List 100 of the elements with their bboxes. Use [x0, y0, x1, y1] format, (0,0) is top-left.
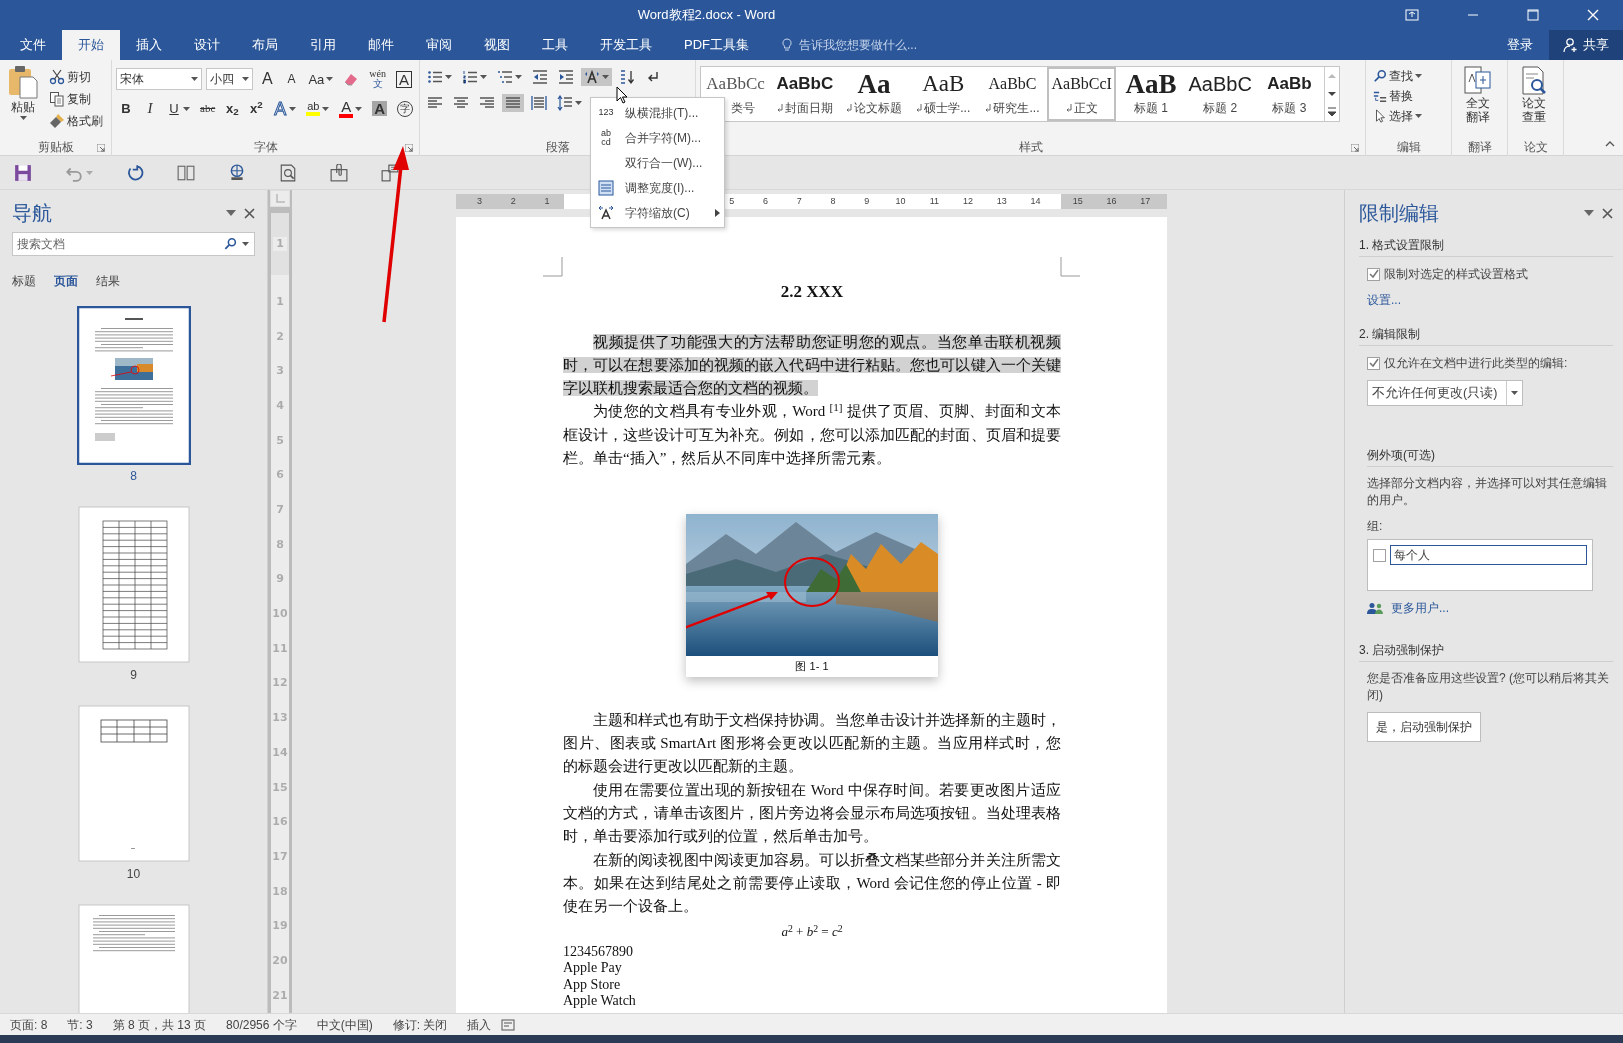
settings-link[interactable]: 设置...	[1367, 291, 1401, 309]
paper-check-button[interactable]: 论文查重	[1512, 64, 1556, 126]
ruler-number: 11	[272, 642, 288, 655]
page-thumbnail[interactable]	[76, 505, 191, 664]
search-field[interactable]: 搜索文档	[12, 232, 255, 256]
attachment-icon[interactable]	[330, 163, 348, 182]
ribbon-display-icon[interactable]	[1405, 9, 1419, 21]
status-item[interactable]: 中文(中国)	[306, 1015, 383, 1034]
style-gallery-item[interactable]: AaBbCcI 正文	[1047, 67, 1117, 121]
page-thumbnail[interactable]	[76, 704, 191, 863]
status-item[interactable]: 第 8 页，共 13 页	[102, 1015, 217, 1034]
document-heading: 2.2 XXX	[779, 281, 845, 303]
sign-in-link[interactable]: 登录	[1507, 30, 1533, 60]
ribbon-tab[interactable]: 引用	[294, 30, 352, 60]
dialog-launcher-icon[interactable]	[405, 144, 413, 152]
status-item[interactable]: 插入	[457, 1015, 502, 1034]
translate-button[interactable]: 全文翻译	[1456, 64, 1500, 126]
documents-icon[interactable]	[381, 163, 399, 182]
status-item[interactable]: 节: 3	[57, 1015, 103, 1034]
dropdown-icon[interactable]	[226, 209, 236, 217]
tell-me-field[interactable]: 告诉我您想要做什么...	[797, 35, 997, 55]
font-size-combo[interactable]: 小四	[205, 68, 254, 90]
clipboard-painter-button[interactable]: 格式刷	[46, 112, 106, 130]
status-item[interactable]: 80/2956 个字	[216, 1015, 307, 1034]
window-title: Word教程2.docx - Word	[637, 6, 776, 25]
dropdown-icon[interactable]	[1584, 209, 1594, 217]
ribbon-tab[interactable]: 工具	[526, 30, 584, 60]
combine-glyph-icon: ab cd	[601, 128, 611, 147]
ribbon-tab[interactable]: 文件	[4, 30, 62, 60]
section-heading: 例外项(可选)	[1367, 446, 1613, 467]
font-highlight-button[interactable]: ab	[303, 100, 333, 117]
body-paragraph: 在新的阅读视图中阅读更加容易。可以折叠文档某些部分并关注所需文本。如果在达到结尾处之前需要停止读取，Word 会记住您的停止位置 - 即使在另一个设备上。	[563, 850, 1061, 917]
redo-icon[interactable]	[126, 163, 144, 182]
maximize-icon[interactable]	[1527, 9, 1539, 21]
status-item[interactable]: 页面: 8	[0, 1015, 58, 1034]
justify-button[interactable]	[502, 94, 524, 112]
checkbox[interactable]	[1373, 548, 1386, 562]
ribbon-tab[interactable]: 邮件	[352, 30, 410, 60]
dialog-launcher-icon[interactable]	[97, 144, 105, 152]
page-thumbnail[interactable]	[76, 306, 191, 465]
font-grow-button[interactable]: A	[257, 70, 278, 88]
font-fontcolor-button[interactable]: A	[336, 98, 366, 119]
text-line: Apple Pay	[563, 960, 623, 977]
select-button[interactable]: 选择	[1370, 108, 1447, 124]
font-shrink-button[interactable]: A	[281, 72, 302, 86]
close-icon[interactable]	[1602, 207, 1613, 219]
ribbon-tab[interactable]: 开发工具	[584, 30, 668, 60]
font-phonetic-button[interactable]: wén 文	[366, 68, 389, 90]
edit-type-dropdown[interactable]: 不允许任何更改(只读)	[1367, 380, 1523, 406]
font-italic-button[interactable]: I	[140, 100, 160, 117]
ribbon-tab[interactable]: 设计	[178, 30, 236, 60]
status-item[interactable]: 修订: 关闭	[382, 1015, 458, 1034]
ribbon-tab[interactable]: 布局	[236, 30, 294, 60]
font-name-combo[interactable]: 宋体	[116, 68, 202, 90]
ribbon-tab[interactable]: 插入	[120, 30, 178, 60]
share-button[interactable]: 共享	[1549, 30, 1623, 60]
nav-tab[interactable]: 页面	[54, 272, 96, 290]
menu-item[interactable]: 调整宽度(I)...	[591, 175, 724, 200]
distributed-button[interactable]	[528, 94, 550, 112]
globe-link-icon[interactable]	[228, 163, 246, 182]
checkbox[interactable]	[1367, 356, 1380, 370]
dialog-launcher-icon[interactable]	[1351, 144, 1359, 152]
font-border-button[interactable]: A	[393, 69, 415, 89]
font-bold-button[interactable]: B	[116, 101, 136, 116]
more-users-link[interactable]: 更多用户...	[1391, 599, 1449, 617]
clipboard-cut-button[interactable]: 剪切	[46, 68, 106, 86]
replace-button[interactable]: 替换	[1370, 88, 1447, 104]
menu-item[interactable]: ab cd 合并字符(M)...	[591, 125, 724, 150]
ribbon-tab[interactable]: 审阅	[410, 30, 468, 60]
clipboard-icon	[8, 65, 38, 99]
font-subscript-button[interactable]: x$_{2}$	[222, 101, 243, 116]
font-strike-button[interactable]: abc	[197, 102, 219, 115]
group-name[interactable]: 每个人	[1390, 545, 1587, 565]
ruler-number: 1	[273, 237, 287, 252]
menu-item[interactable]: 字符缩放(C)	[591, 200, 724, 225]
font-underline-button[interactable]: U	[164, 101, 193, 116]
menu-item[interactable]: 双行合一(W)...	[591, 150, 724, 175]
search-icon[interactable]	[224, 237, 238, 251]
ribbon-tab[interactable]: PDF工具集	[668, 30, 765, 60]
print-preview-icon[interactable]	[279, 163, 297, 182]
collapse-ribbon-icon[interactable]	[1605, 140, 1615, 147]
close-icon[interactable]	[244, 207, 255, 219]
justify-icon	[505, 95, 521, 111]
clipboard-copy-button[interactable]: 复制	[46, 90, 106, 108]
asian-button[interactable]	[581, 68, 612, 86]
save-icon[interactable]	[14, 163, 32, 182]
find-button[interactable]: 查找	[1370, 68, 1447, 84]
ruler-number: 6	[276, 469, 284, 482]
two-pages-icon[interactable]	[177, 163, 195, 182]
ruler-number: 2	[276, 330, 284, 343]
checkbox[interactable]	[1367, 267, 1380, 281]
enforce-protection-button[interactable]: 是，启动强制保护	[1367, 712, 1481, 742]
nav-tab[interactable]: 标题	[12, 272, 54, 290]
equation: a$^{2}$ + b$^{2}$ = c$^{2}$	[780, 922, 844, 942]
ribbon-tab[interactable]: 视图	[468, 30, 526, 60]
font-case-button[interactable]: Aa	[305, 71, 337, 87]
ribbon-tab[interactable]: 开始	[62, 30, 120, 60]
paste-button[interactable]: 粘贴	[4, 64, 42, 138]
font-superscript-button[interactable]: x$^{2}$	[246, 101, 267, 116]
nav-tab[interactable]: 结果	[96, 272, 138, 290]
